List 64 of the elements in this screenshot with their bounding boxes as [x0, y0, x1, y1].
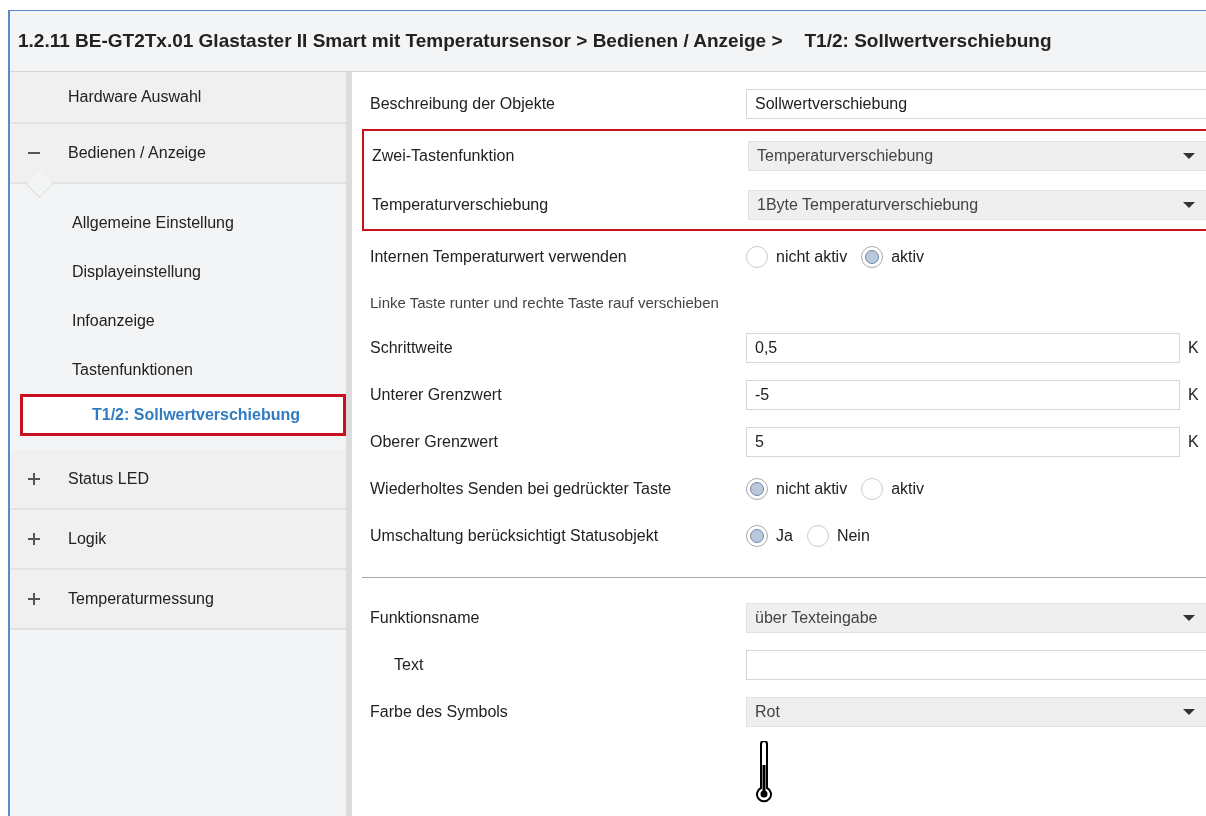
radio-button[interactable]	[746, 524, 768, 547]
text-field[interactable]	[746, 649, 1206, 680]
radio-button[interactable]	[861, 245, 884, 268]
number-field[interactable]: -5	[746, 379, 1180, 410]
tree-item[interactable]: Temperaturmessung	[10, 570, 346, 630]
option-label: Nein	[836, 526, 870, 545]
field-label: Schrittweite	[369, 338, 454, 357]
tree-item[interactable]: Status LED	[10, 450, 346, 510]
tree-item-label: Logik	[68, 530, 107, 548]
tree-item[interactable]: Infoanzeige	[10, 296, 346, 345]
field-label: Zwei-Tastenfunktion	[371, 146, 516, 165]
radio-button[interactable]	[861, 477, 884, 500]
tree-item[interactable]: Bedienen / Anzeige	[10, 124, 346, 184]
unit-label: K	[1187, 432, 1200, 451]
field-label: Beschreibung der Objekte	[369, 94, 556, 113]
expand-icon[interactable]	[28, 593, 40, 605]
field-label: Unterer Grenzwert	[369, 385, 503, 404]
field-label: Oberer Grenzwert	[369, 432, 500, 451]
tree-item[interactable]: Logik	[10, 510, 346, 570]
radio-button[interactable]	[746, 477, 768, 500]
page-title: T1/2: Sollwertverschiebung	[804, 30, 1052, 52]
radio-option[interactable]: nicht aktiv	[746, 245, 848, 268]
field-label: Temperaturverschiebung	[371, 195, 550, 214]
tree-item[interactable]: Hardware Auswahl	[10, 72, 346, 124]
field-label: Wiederholtes Senden bei gedrückter Taste	[369, 479, 673, 498]
unit-label: K	[1187, 338, 1200, 357]
hint-text: Linke Taste runter und rechte Taste rauf verschieben	[369, 292, 720, 313]
radio-button[interactable]	[806, 524, 829, 547]
radio-option[interactable]: Ja	[746, 524, 793, 547]
option-label: nicht aktiv	[776, 247, 848, 266]
unit-label: K	[1187, 385, 1200, 404]
dropdown[interactable]: Temperaturverschiebung	[748, 140, 1206, 171]
tree-item[interactable]: T1/2: Sollwertverschiebung	[20, 394, 346, 436]
tree-item-label: Status LED	[68, 470, 149, 488]
expand-icon[interactable]	[28, 473, 40, 485]
dropdown[interactable]: über Texteingabe	[746, 602, 1206, 633]
field-label: Funktionsname	[369, 608, 481, 627]
tree-item-label: Hardware Auswahl	[68, 88, 202, 106]
option-label: Ja	[776, 526, 793, 545]
expand-icon[interactable]	[28, 533, 40, 545]
field-label: Umschaltung berücksichtigt Statusobjekt	[369, 526, 660, 545]
tree-item-label: Bedienen / Anzeige	[68, 144, 206, 162]
field-label: Text	[393, 655, 425, 674]
radio-button[interactable]	[746, 245, 768, 268]
option-label: aktiv	[891, 247, 925, 266]
thermometer-icon	[756, 741, 772, 804]
radio-option[interactable]: nicht aktiv	[746, 477, 848, 500]
tree-item-label: Temperaturmessung	[68, 590, 214, 608]
tree-item[interactable]: Allgemeine Einstellung	[10, 198, 346, 247]
tree-item[interactable]: Displayeinstellung	[10, 247, 346, 296]
radio-option[interactable]: aktiv	[861, 477, 925, 500]
window-title: 1.2.11 BE-GT2Tx.01 Glastaster II Smart mit Temperatursensor > Bedienen / Anzeige >	[18, 30, 783, 52]
tree-item[interactable]: Tastenfunktionen	[10, 345, 346, 394]
number-field[interactable]: 0,5	[746, 332, 1180, 363]
text-field[interactable]: Sollwertverschiebung	[746, 88, 1206, 119]
radio-option[interactable]: Nein	[806, 524, 870, 547]
number-field[interactable]: 5	[746, 426, 1180, 457]
dropdown[interactable]: Rot	[746, 696, 1206, 727]
option-label: aktiv	[891, 479, 925, 498]
radio-option[interactable]: aktiv	[861, 245, 925, 268]
field-label: Internen Temperaturwert verwenden	[369, 247, 628, 266]
option-label: nicht aktiv	[776, 479, 848, 498]
field-label: Farbe des Symbols	[369, 702, 509, 721]
dropdown[interactable]: 1Byte Temperaturverschiebung	[748, 189, 1206, 220]
